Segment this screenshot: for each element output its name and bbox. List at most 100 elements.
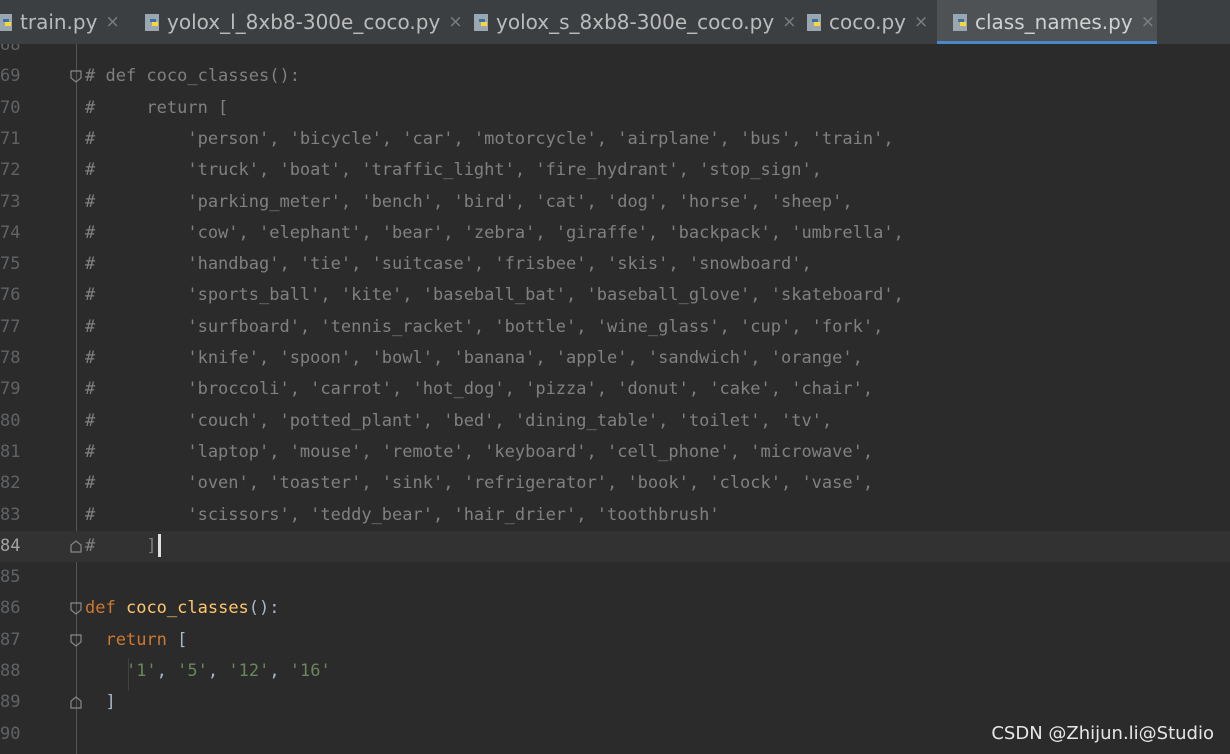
tab-yolox-s-config[interactable]: yolox_s_8xb8-300e_coco.py × [472,0,796,44]
code-text: # 'truck', 'boat', 'traffic_light', 'fir… [85,160,822,181]
code-line[interactable]: 84 # ] [0,530,1230,562]
code-line[interactable]: 78 # 'knife', 'spoon', 'bowl', 'banana', … [0,343,1230,374]
string-literal: '16' [289,661,331,681]
code-line[interactable]: 73 # 'parking_meter', 'bench', 'bird', 'c… [0,187,1230,218]
tab-label: class_names.py [975,10,1133,34]
code-line[interactable]: 72 # 'truck', 'boat', 'traffic_light', 'f… [0,155,1230,186]
code-text: # ] [85,531,161,562]
line-number: 87 [0,629,21,650]
fold-marker-icon[interactable] [70,540,82,553]
separator: , [156,661,178,681]
code-text: # 'parking_meter', 'bench', 'bird', 'cat… [85,191,853,212]
line-number: 86 [0,598,21,619]
python-file-icon [474,14,488,31]
code-text: # 'handbag', 'tie', 'suitcase', 'frisbee… [85,254,812,275]
python-file-icon [807,14,821,31]
line-number: 70 [0,97,21,118]
fold-marker-icon[interactable] [70,70,82,84]
fold-marker-icon[interactable] [70,696,82,709]
separator: , [207,661,229,681]
line-number: 76 [0,285,21,306]
code-line[interactable]: 86 def coco_classes(): [0,593,1230,624]
punctuation: ] [105,692,116,713]
code-line[interactable]: 88 '1', '5', '12', '16' [0,656,1230,687]
code-line[interactable]: 71 # 'person', 'bicycle', 'car', 'motorcy… [0,124,1230,155]
code-text: # return [ [85,97,229,118]
code-editor[interactable]: 68 69 # def coco_classes(): 70 # return [71 #… [0,44,1230,754]
code-line[interactable]: 76 # 'sports_ball', 'kite', 'baseball_bat… [0,280,1230,311]
close-icon[interactable]: × [448,12,462,32]
code-text: # 'sports_ball', 'kite', 'baseball_bat',… [85,285,904,306]
editor-tab-bar: train.py × yolox_l_8xb8-300e_coco.py × y… [0,0,1230,45]
tab-label: coco.py [829,10,907,34]
code-line[interactable]: 85 [0,562,1230,593]
code-text: # 'couch', 'potted_plant', 'bed', 'dinin… [85,410,833,431]
keyword: def [85,598,116,619]
keyword: return [105,629,167,650]
line-number: 72 [0,160,21,181]
line-number: 89 [0,692,21,713]
close-icon[interactable]: × [782,12,796,32]
string-literal: '12' [228,661,270,681]
code-text: ] [85,687,116,718]
line-number: 73 [0,191,21,212]
close-icon[interactable]: × [105,12,119,32]
code-text: # 'broccoli', 'carrot', 'hot_dog', 'pizz… [85,379,874,400]
code-line[interactable]: 74 # 'cow', 'elephant', 'bear', 'zebra', … [0,218,1230,249]
text-caret [157,534,161,558]
code-text: # 'knife', 'spoon', 'bowl', 'banana', 'a… [85,348,863,368]
code-line[interactable]: 81 # 'laptop', 'mouse', 'remote', 'keyboa… [0,437,1230,468]
line-number: 88 [0,661,21,681]
string-literal: '1' [125,661,157,681]
tab-label: train.py [20,10,98,34]
python-file-icon [145,14,159,31]
separator: , [269,661,290,681]
code-line[interactable]: 80 # 'couch', 'potted_plant', 'bed', 'din… [0,406,1230,437]
code-line[interactable]: 68 [0,44,1230,61]
tab-yolox-l-config[interactable]: yolox_l_8xb8-300e_coco.py × [143,0,463,44]
string-literal: '5' [177,661,208,681]
line-number: 77 [0,316,21,337]
line-number: 69 [0,66,21,87]
close-icon[interactable]: × [914,12,928,32]
code-text: def coco_classes(): [85,593,280,624]
line-number: 81 [0,441,21,462]
tab-label: yolox_s_8xb8-300e_coco.py [496,10,775,34]
code-line[interactable]: 70 # return [ [0,93,1230,124]
code-line[interactable]: 69 # def coco_classes(): [0,61,1230,92]
code-line[interactable]: 87 return [ [0,625,1230,656]
tab-train-py[interactable]: train.py × [0,0,122,44]
code-text: # 'surfboard', 'tennis_racket', 'bottle'… [85,316,884,337]
line-number: 74 [0,222,21,243]
tab-coco-py[interactable]: coco.py × [805,0,933,44]
fold-marker-icon[interactable] [70,634,82,647]
code-line[interactable]: 75 # 'handbag', 'tie', 'suitcase', 'frisb… [0,249,1230,280]
watermark: CSDN @Zhijun.li@Studio [991,723,1214,744]
code-line[interactable]: 77 # 'surfboard', 'tennis_racket', 'bottl… [0,312,1230,343]
code-text: # 'scissors', 'teddy_bear', 'hair_drier'… [85,504,720,525]
line-number: 68 [0,44,21,55]
line-number: 90 [0,723,21,744]
code-line[interactable]: 79 # 'broccoli', 'carrot', 'hot_dog', 'pi… [0,374,1230,405]
code-text: # 'cow', 'elephant', 'bear', 'zebra', 'g… [85,222,904,243]
code-line[interactable]: 82 # 'oven', 'toaster', 'sink', 'refriger… [0,468,1230,499]
tab-class-names-py[interactable]: class_names.py × [937,0,1157,44]
fold-marker-icon[interactable] [70,602,82,616]
code-text: # 'oven', 'toaster', 'sink', 'refrigerat… [85,473,874,494]
line-number: 85 [0,567,21,588]
line-number: 79 [0,379,21,400]
code-text: return [ [85,625,187,656]
function-name: coco_classes [125,598,249,619]
line-number: 84 [0,535,21,556]
line-number: 82 [0,473,21,494]
line-number: 75 [0,254,21,275]
code-text: '1', '5', '12', '16' [85,656,331,687]
tab-label: yolox_l_8xb8-300e_coco.py [167,10,441,34]
code-text: # 'laptop', 'mouse', 'remote', 'keyboard… [85,441,874,462]
close-icon[interactable]: × [1141,12,1155,32]
punctuation: (): [248,598,280,619]
code-line[interactable]: 89 ] [0,687,1230,718]
code-text: # def coco_classes(): [85,66,300,87]
line-number: 71 [0,128,21,149]
code-line[interactable]: 83 # 'scissors', 'teddy_bear', 'hair_drie… [0,500,1230,531]
